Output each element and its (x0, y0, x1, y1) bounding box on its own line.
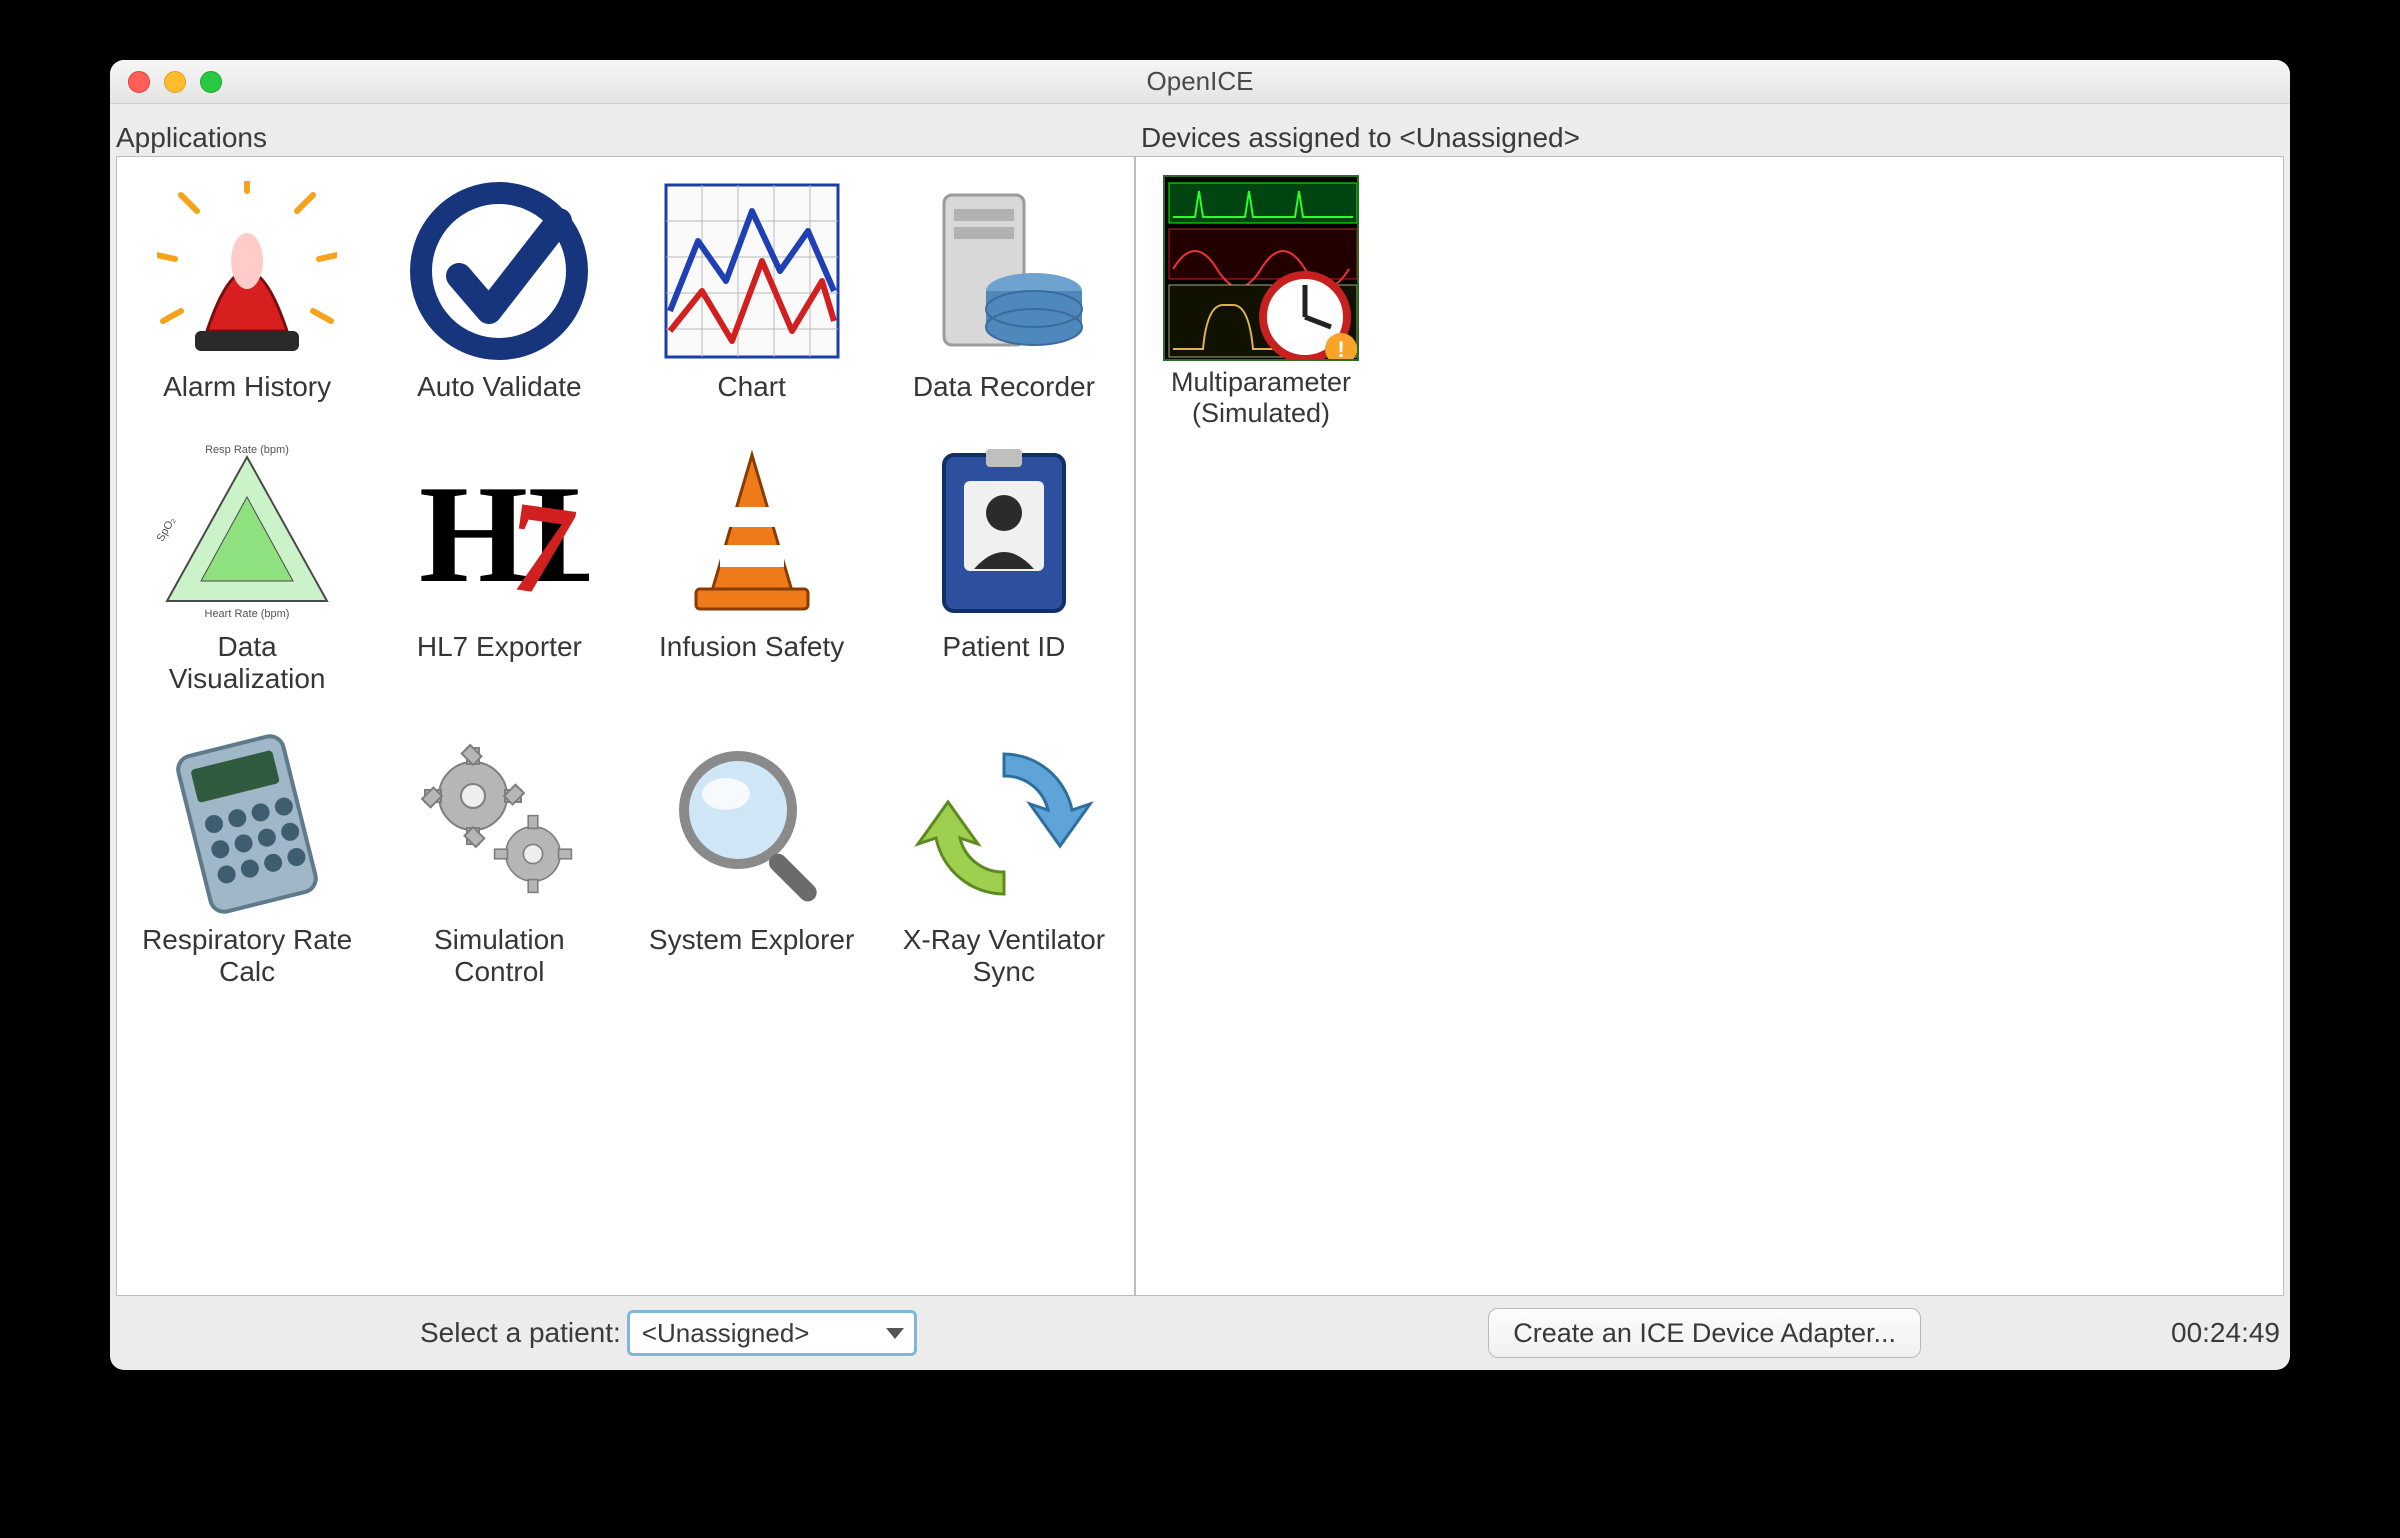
app-label: System Explorer (649, 924, 854, 956)
sync-arrows-icon (904, 724, 1104, 924)
app-label: Auto Validate (417, 371, 582, 403)
titlebar: OpenICE (110, 60, 2290, 104)
traffic-cone-icon (652, 431, 852, 631)
waveform-clock-icon (1163, 175, 1359, 361)
app-patient-id[interactable]: Patient ID (878, 427, 1130, 705)
app-window: OpenICE Applications Devices assigned to… (110, 60, 2290, 1370)
app-xray-ventilator-sync[interactable]: X-Ray VentilatorSync (878, 720, 1130, 998)
check-circle-icon (399, 171, 599, 371)
bottom-bar: Select a patient: <Unassigned> Create an… (110, 1302, 2290, 1370)
app-infusion-safety[interactable]: Infusion Safety (626, 427, 878, 705)
line-chart-icon (652, 171, 852, 371)
devices-heading: Devices assigned to <Unassigned> (1141, 122, 2284, 154)
applications-panel: Alarm History Auto Validate Chart Data R… (116, 156, 1135, 1296)
device-label: Multiparameter(Simulated) (1171, 367, 1351, 429)
app-label: Respiratory RateCalc (142, 924, 352, 988)
app-simulation-control[interactable]: SimulationControl (373, 720, 625, 998)
app-label: Data Recorder (913, 371, 1095, 403)
window-title: OpenICE (110, 66, 2290, 97)
devices-panel: Multiparameter(Simulated) (1135, 156, 2284, 1296)
app-data-recorder[interactable]: Data Recorder (878, 167, 1130, 413)
app-alarm-history[interactable]: Alarm History (121, 167, 373, 413)
alarm-beacon-icon (147, 171, 347, 371)
device-multiparameter-simulated[interactable]: Multiparameter(Simulated) (1156, 175, 1366, 429)
app-label: Patient ID (942, 631, 1065, 663)
create-adapter-label: Create an ICE Device Adapter... (1513, 1318, 1896, 1349)
app-data-visualization[interactable]: DataVisualization (121, 427, 373, 705)
clock: 00:24:49 (2171, 1317, 2280, 1349)
app-label: Alarm History (163, 371, 331, 403)
applications-heading: Applications (116, 122, 1141, 154)
window-controls (110, 71, 222, 93)
app-hl7-exporter[interactable]: HL7 Exporter (373, 427, 625, 705)
app-label: DataVisualization (169, 631, 326, 695)
magnifier-icon (652, 724, 852, 924)
select-patient-label: Select a patient: (420, 1317, 621, 1349)
app-label: HL7 Exporter (417, 631, 582, 663)
app-auto-validate[interactable]: Auto Validate (373, 167, 625, 413)
zoom-icon[interactable] (200, 71, 222, 93)
patient-select-value: <Unassigned> (642, 1318, 810, 1349)
content-area: Applications Devices assigned to <Unassi… (110, 104, 2290, 1370)
minimize-icon[interactable] (164, 71, 186, 93)
hl7-icon (399, 431, 599, 631)
gears-icon (399, 724, 599, 924)
app-chart[interactable]: Chart (626, 167, 878, 413)
app-label: SimulationControl (434, 924, 565, 988)
app-label: Chart (717, 371, 785, 403)
calculator-icon (147, 724, 347, 924)
patient-select[interactable]: <Unassigned> (627, 1310, 917, 1356)
app-label: X-Ray VentilatorSync (903, 924, 1105, 988)
app-system-explorer[interactable]: System Explorer (626, 720, 878, 998)
triangle-plot-icon (147, 431, 347, 631)
app-respiratory-rate-calc[interactable]: Respiratory RateCalc (121, 720, 373, 998)
id-card-icon (904, 431, 1104, 631)
database-server-icon (904, 171, 1104, 371)
chevron-down-icon (886, 1328, 904, 1339)
app-label: Infusion Safety (659, 631, 844, 663)
create-ice-device-adapter-button[interactable]: Create an ICE Device Adapter... (1488, 1308, 1921, 1358)
close-icon[interactable] (128, 71, 150, 93)
